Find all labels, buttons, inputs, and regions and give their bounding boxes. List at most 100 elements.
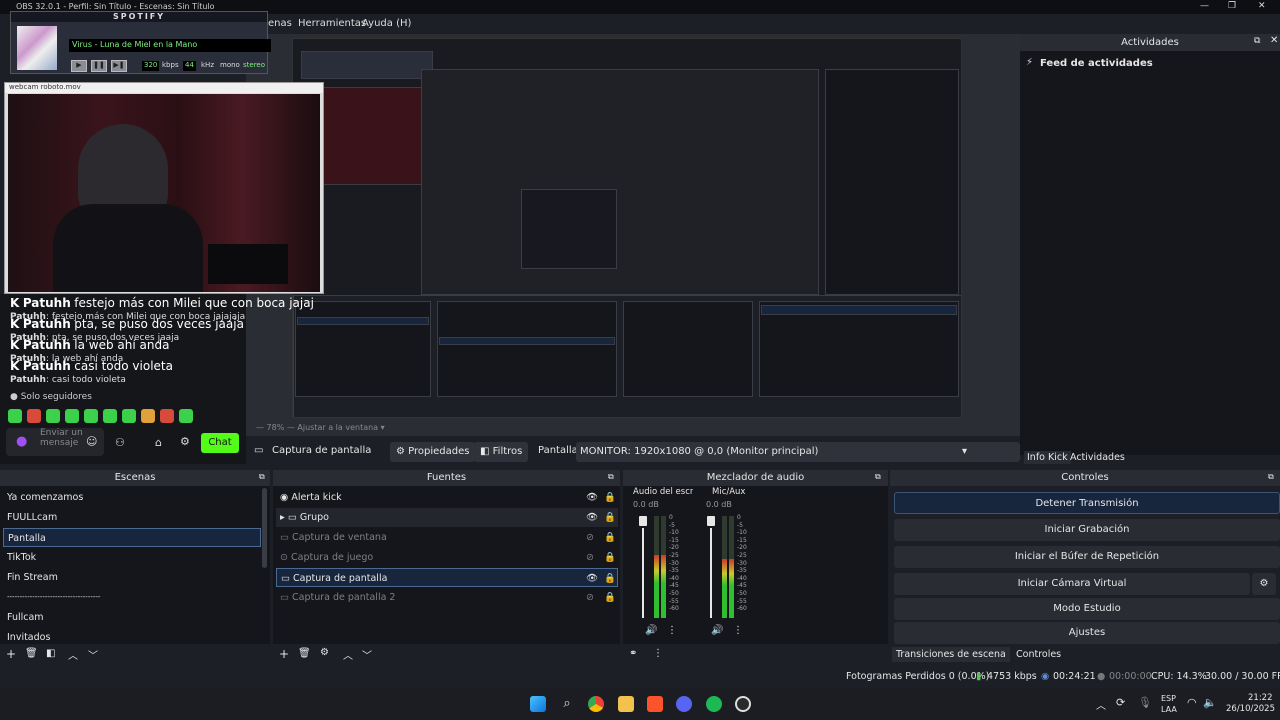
- more-icon[interactable]: ⋮: [733, 625, 743, 636]
- add-icon[interactable]: +: [6, 647, 16, 661]
- scene-item[interactable]: Fin Stream: [3, 568, 261, 587]
- emote-icon[interactable]: [103, 409, 117, 423]
- source-item[interactable]: ◉ Alerta kick 👁 🔒: [276, 488, 618, 507]
- popout-icon[interactable]: ⧉: [1254, 36, 1260, 46]
- sync-icon[interactable]: ⟳: [1116, 696, 1125, 709]
- properties-button[interactable]: ⚙ Propiedades: [390, 442, 476, 462]
- chat-input[interactable]: ● Enviar un mensaje ☺: [6, 428, 104, 456]
- maximize-icon[interactable]: ❐: [1228, 1, 1236, 11]
- pause-button[interactable]: ❚❚: [91, 60, 107, 72]
- trash-icon[interactable]: 🗑: [298, 648, 311, 659]
- minimize-icon[interactable]: —: [1200, 1, 1209, 11]
- chevron-up-icon[interactable]: ︿: [68, 647, 78, 662]
- lock-icon[interactable]: 🔒: [604, 528, 616, 547]
- chevron-down-icon[interactable]: ﹀: [88, 647, 98, 662]
- language-top[interactable]: ESP: [1161, 694, 1176, 703]
- emote-icon[interactable]: [46, 409, 60, 423]
- volume-slider[interactable]: [707, 516, 715, 526]
- chevron-right-icon[interactable]: ▸: [280, 512, 285, 523]
- volume-track[interactable]: [642, 528, 644, 618]
- gear-icon[interactable]: ⚙: [320, 647, 329, 658]
- tab-scene-transitions[interactable]: Transiciones de escena: [892, 647, 1010, 662]
- virtual-camera-settings-button[interactable]: ⚙: [1252, 573, 1276, 595]
- eye-slash-icon[interactable]: ⊘: [586, 528, 594, 547]
- windows-start-icon[interactable]: [530, 696, 546, 712]
- menu-item-escenas[interactable]: enas: [268, 18, 292, 29]
- trash-icon[interactable]: 🗑: [25, 648, 38, 659]
- search-icon[interactable]: ⌕: [559, 696, 575, 712]
- chevron-up-icon[interactable]: ︿: [1096, 697, 1106, 712]
- popout-icon[interactable]: ⧉: [608, 472, 614, 482]
- emote-icon[interactable]: [160, 409, 174, 423]
- settings-button[interactable]: Ajustes: [894, 622, 1280, 644]
- lock-icon[interactable]: 🔒: [604, 588, 616, 607]
- mic-icon[interactable]: ●: [16, 434, 27, 449]
- eye-icon[interactable]: 👁: [586, 508, 598, 527]
- lock-icon[interactable]: 🔒: [604, 488, 616, 507]
- source-item[interactable]: ▭ Captura de ventana ⊘ 🔒: [276, 528, 618, 547]
- source-item-selected[interactable]: ▭ Captura de pantalla 👁 🔒: [276, 568, 618, 587]
- fit-window-label[interactable]: Ajustar a la ventana: [297, 423, 378, 432]
- scrollbar[interactable]: [262, 488, 267, 568]
- eye-slash-icon[interactable]: ⊘: [586, 588, 594, 607]
- next-button[interactable]: ▶❚: [111, 60, 127, 72]
- chevron-down-icon[interactable]: ﹀: [362, 647, 372, 662]
- preview-canvas[interactable]: [292, 38, 962, 418]
- eye-slash-icon[interactable]: ⊘: [586, 548, 594, 567]
- emote-icon[interactable]: [122, 409, 136, 423]
- spotify-icon[interactable]: [706, 696, 722, 712]
- menu-item-ayuda[interactable]: Ayuda (H): [362, 18, 411, 29]
- menu-item-herramientas[interactable]: Herramientas: [298, 18, 366, 29]
- filters-button[interactable]: ◧ Filtros: [474, 442, 529, 462]
- speaker-icon[interactable]: 🔊: [711, 625, 723, 636]
- emote-icon[interactable]: [8, 409, 22, 423]
- volume-slider[interactable]: [639, 516, 647, 526]
- speaker-icon[interactable]: 🔊: [645, 625, 657, 636]
- chrome-icon[interactable]: [588, 696, 604, 712]
- brave-icon[interactable]: [647, 696, 663, 712]
- eye-icon[interactable]: 👁: [586, 488, 598, 507]
- lock-icon[interactable]: 🔒: [604, 508, 616, 527]
- more-icon[interactable]: ⋮: [667, 625, 677, 636]
- start-virtual-camera-button[interactable]: Iniciar Cámara Virtual: [894, 573, 1250, 595]
- source-item[interactable]: ▭ Captura de pantalla 2 ⊘ 🔒: [276, 588, 618, 607]
- lock-icon[interactable]: 🔒: [604, 569, 616, 588]
- scene-item[interactable]: Ya comenzamos: [3, 488, 261, 507]
- store-icon[interactable]: ⌂: [155, 436, 162, 449]
- obs-icon[interactable]: [735, 696, 751, 712]
- link-icon[interactable]: ⚭: [629, 648, 637, 659]
- scene-item[interactable]: TikTok: [3, 548, 261, 567]
- studio-mode-button[interactable]: Modo Estudio: [894, 598, 1280, 620]
- tab-actividades[interactable]: Actividades: [1070, 451, 1125, 464]
- folder-icon[interactable]: [618, 696, 634, 712]
- scene-item[interactable]: FUULLcam: [3, 508, 261, 527]
- scene-item-selected[interactable]: Pantalla: [3, 528, 261, 547]
- stop-stream-button[interactable]: Detener Transmisión: [894, 492, 1280, 514]
- emote-icon[interactable]: [179, 409, 193, 423]
- tab-info-kick[interactable]: Info Kick: [1024, 451, 1071, 464]
- chat-send-button[interactable]: Chat: [201, 433, 239, 453]
- users-icon[interactable]: ⚇: [115, 436, 125, 449]
- source-item[interactable]: ⊙ Captura de juego ⊘ 🔒: [276, 548, 618, 567]
- clock-date[interactable]: 26/10/2025: [1226, 704, 1275, 714]
- start-replay-buffer-button[interactable]: Iniciar el Búfer de Repetición: [894, 546, 1280, 568]
- start-recording-button[interactable]: Iniciar Grabación: [894, 519, 1280, 541]
- more-icon[interactable]: ⋮: [653, 648, 663, 659]
- zoom-indicator[interactable]: — 78% — Ajustar a la ventana ▾: [256, 423, 385, 432]
- play-button[interactable]: ▶: [71, 60, 87, 72]
- scene-item-separator[interactable]: -------------------------------------: [3, 588, 261, 607]
- display-select[interactable]: MONITOR: 1920x1080 @ 0,0 (Monitor princi…: [576, 442, 1020, 462]
- language-bottom[interactable]: LAA: [1161, 705, 1177, 714]
- gear-icon[interactable]: ⚙: [180, 435, 190, 448]
- lock-icon[interactable]: 🔒: [604, 548, 616, 567]
- emote-icon[interactable]: [27, 409, 41, 423]
- add-icon[interactable]: +: [279, 647, 289, 661]
- mic-icon[interactable]: 🎙: [1138, 696, 1152, 709]
- eye-icon[interactable]: 👁: [586, 569, 598, 588]
- discord-icon[interactable]: [676, 696, 692, 712]
- clock-time[interactable]: 21:22: [1248, 693, 1273, 703]
- emote-icon[interactable]: [141, 409, 155, 423]
- emoji-icon[interactable]: ☺: [86, 435, 97, 448]
- popout-icon[interactable]: ⧉: [875, 472, 881, 482]
- scene-item[interactable]: Fullcam: [3, 608, 261, 627]
